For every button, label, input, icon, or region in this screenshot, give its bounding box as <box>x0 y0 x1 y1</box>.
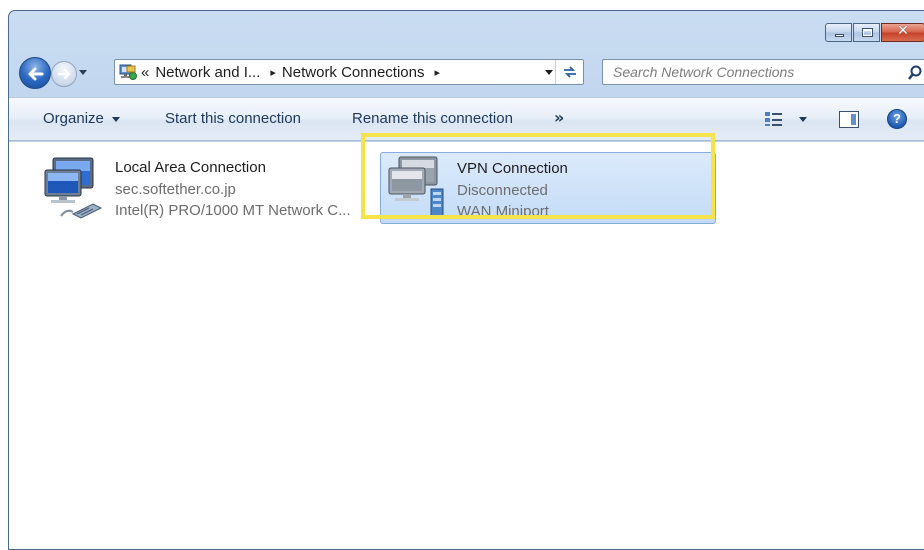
back-button[interactable] <box>19 57 51 89</box>
breadcrumb: « Network and I... ▸ Network Connections… <box>141 60 446 84</box>
preview-pane-icon[interactable] <box>839 111 859 128</box>
lan-computer-icon <box>44 157 103 219</box>
connection-network: sec.softether.co.jp <box>115 181 236 198</box>
search-placeholder: Search Network Connections <box>613 64 795 80</box>
connection-item-lan[interactable]: Local Area Connection sec.softether.co.j… <box>43 152 373 226</box>
network-folder-icon <box>119 64 137 80</box>
breadcrumb-separator[interactable]: ▸ <box>435 66 441 79</box>
start-connection-button[interactable]: Start this connection <box>165 110 301 127</box>
maximize-button[interactable] <box>853 23 880 42</box>
breadcrumb-separator[interactable]: ▸ <box>270 66 276 79</box>
view-options-icon[interactable] <box>765 111 783 127</box>
breadcrumb-network-connections[interactable]: Network Connections <box>282 64 425 81</box>
close-button[interactable]: ✕ <box>881 23 924 42</box>
chevron-down-icon <box>111 116 120 122</box>
breadcrumb-overflow[interactable]: « <box>141 64 149 81</box>
refresh-icon <box>564 66 576 78</box>
organize-label: Organize <box>43 110 104 127</box>
address-bar[interactable]: « Network and I... ▸ Network Connections… <box>114 59 584 85</box>
vpn-highlight-box <box>361 133 715 219</box>
view-options-dropdown[interactable] <box>799 117 807 122</box>
address-history-dropdown[interactable] <box>545 70 553 75</box>
connection-name: Local Area Connection <box>115 159 266 176</box>
navigation-bar: « Network and I... ▸ Network Connections… <box>9 55 924 91</box>
minimize-icon <box>835 34 844 37</box>
connection-device: Intel(R) PRO/1000 MT Network C... <box>115 202 351 219</box>
rename-connection-button[interactable]: Rename this connection <box>352 110 513 127</box>
minimize-button[interactable] <box>825 23 852 42</box>
forward-arrow-icon <box>57 68 71 80</box>
title-bar[interactable]: ✕ <box>9 11 924 55</box>
breadcrumb-network-internet[interactable]: Network and I... <box>155 64 260 81</box>
back-arrow-icon <box>28 67 44 81</box>
organize-button[interactable]: Organize <box>43 110 120 127</box>
more-commands-button[interactable]: » <box>554 108 564 127</box>
close-icon: ✕ <box>897 23 909 39</box>
forward-button[interactable] <box>51 61 77 87</box>
help-icon[interactable]: ? <box>887 109 907 129</box>
explorer-window: ✕ « Network and I... ▸ Network Connectio… <box>8 10 924 550</box>
window-controls: ✕ <box>824 23 924 42</box>
search-input[interactable]: Search Network Connections <box>602 59 924 85</box>
maximize-icon <box>862 28 873 37</box>
refresh-button[interactable] <box>555 60 583 84</box>
search-icon[interactable] <box>907 65 923 81</box>
recent-pages-dropdown[interactable] <box>79 70 87 75</box>
